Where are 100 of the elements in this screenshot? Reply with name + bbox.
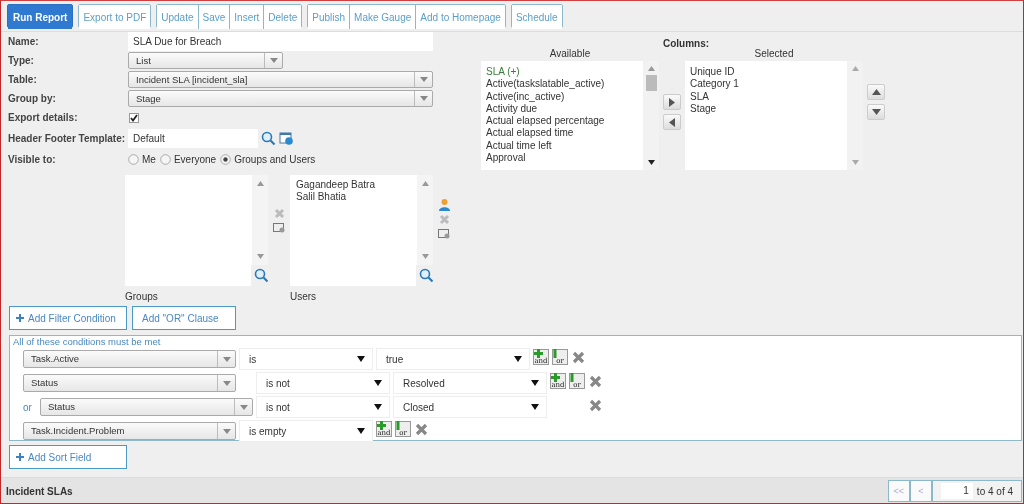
- field-select[interactable]: Task.Incident.Problem: [23, 422, 236, 440]
- field-label: Group by:: [8, 93, 57, 104]
- search-icon[interactable]: [419, 268, 433, 283]
- caret-icon: [222, 428, 231, 434]
- calendar-icon[interactable]: [279, 131, 294, 146]
- person-icon[interactable]: [437, 198, 451, 211]
- field-label: Export details:: [8, 112, 79, 123]
- group-by-select[interactable]: Stage: [128, 90, 433, 107]
- field-select[interactable]: Task.Active: [23, 350, 236, 368]
- users-list[interactable]: Gagandeep Batra Salil Bhatia: [290, 175, 433, 265]
- move-left-button[interactable]: [663, 114, 681, 130]
- list-header: Selected: [754, 48, 794, 61]
- page-range: to 4 of 4: [976, 485, 1013, 497]
- caret-icon: [419, 96, 428, 101]
- caret-icon: [222, 356, 231, 362]
- field-label: Header Footer Template:: [8, 133, 127, 144]
- move-down-button[interactable]: [867, 104, 885, 120]
- list-item[interactable]: Stage: [690, 102, 842, 116]
- move-up-button[interactable]: [867, 84, 885, 100]
- scroll-up-icon[interactable]: [421, 181, 429, 186]
- list-item[interactable]: Unique ID: [690, 66, 842, 79]
- operator-select[interactable]: is not: [256, 396, 390, 418]
- list-item[interactable]: Approval: [486, 152, 638, 165]
- list-caption: Users: [290, 291, 318, 302]
- plus-icon: [16, 314, 24, 322]
- delete-icon[interactable]: [589, 375, 602, 388]
- delete-icon[interactable]: [572, 351, 585, 364]
- caret-icon: [357, 428, 365, 434]
- list-item[interactable]: SLA (+): [486, 66, 638, 79]
- list-item[interactable]: Active(taskslatable_active): [486, 78, 638, 91]
- plus-icon: [534, 349, 543, 358]
- value-select[interactable]: Closed: [393, 396, 547, 418]
- field-label: Type:: [8, 55, 35, 66]
- bar-icon: [570, 373, 574, 382]
- scroll-up-icon[interactable]: [851, 66, 859, 71]
- checkbox[interactable]: [129, 112, 139, 123]
- conditions-header: All of these conditions must be met: [13, 336, 162, 347]
- bar-icon: [396, 421, 400, 430]
- value-select[interactable]: true: [376, 348, 530, 370]
- search-icon[interactable]: [261, 131, 276, 146]
- field-select[interactable]: Status: [40, 398, 253, 416]
- or-label: or: [23, 401, 33, 413]
- columns-title: Columns:: [663, 38, 711, 48]
- operator-select[interactable]: is not: [256, 372, 390, 394]
- list-item[interactable]: SLA: [690, 90, 842, 103]
- plus-icon: [551, 373, 560, 382]
- list-item[interactable]: Actual elapsed time: [486, 127, 638, 140]
- caret-icon: [222, 380, 231, 386]
- template-field[interactable]: Default: [128, 129, 258, 148]
- scrollbar-thumb[interactable]: [645, 75, 657, 91]
- list-item[interactable]: Gagandeep Batra: [296, 179, 411, 191]
- selected-columns-list[interactable]: Unique ID Category 1 SLA Stage: [685, 61, 863, 170]
- up-arrow-icon: [871, 89, 881, 95]
- operator-select[interactable]: is: [239, 348, 373, 370]
- run-button[interactable]: Run Report: [8, 5, 73, 29]
- field-label: Visible to:: [8, 154, 57, 165]
- radio-option[interactable]: Everyone: [159, 154, 217, 165]
- scroll-up-icon[interactable]: [647, 66, 655, 71]
- filter-button[interactable]: Add "OR" Clause: [132, 306, 236, 330]
- caret-icon: [514, 356, 522, 362]
- caret-icon: [531, 380, 539, 386]
- list-item[interactable]: Actual elapsed percentage: [486, 115, 638, 128]
- filter-button[interactable]: Add Filter Condition: [9, 306, 127, 330]
- scroll-up-icon[interactable]: [256, 181, 264, 186]
- caret-icon: [531, 404, 539, 410]
- list-item[interactable]: Activity due: [486, 102, 638, 116]
- move-right-button[interactable]: [663, 94, 681, 110]
- available-columns-list[interactable]: SLA (+) Active(taskslatable_active) Active(inc_active) Activity due Actual elapsed percentage Actual elapsed time Actual time left Approval: [481, 61, 659, 170]
- plus-icon: [16, 453, 24, 461]
- caret-icon: [239, 404, 248, 410]
- left-arrow-icon: [669, 117, 675, 127]
- list-header: Available: [549, 48, 591, 61]
- down-arrow-icon: [871, 109, 881, 115]
- list-item[interactable]: Salil Bhatia: [296, 191, 411, 203]
- plus-icon: [377, 421, 386, 430]
- radio-option[interactable]: Me: [128, 154, 156, 165]
- report-title: Incident SLAs: [6, 485, 73, 497]
- caret-icon: [374, 380, 382, 386]
- caret-icon: [357, 356, 365, 362]
- name-field[interactable]: SLA Due for Breach: [128, 32, 433, 51]
- caret-icon: [374, 404, 382, 410]
- field-label: Table:: [8, 74, 38, 85]
- delete-icon[interactable]: [415, 423, 428, 436]
- value-select[interactable]: Resolved: [393, 372, 547, 394]
- caret-icon: [419, 77, 428, 82]
- operator-select[interactable]: is empty: [239, 420, 373, 442]
- delete-icon[interactable]: [589, 399, 602, 412]
- type-select[interactable]: List: [128, 52, 283, 69]
- search-icon[interactable]: [254, 268, 268, 283]
- add-sort-field-button[interactable]: Add Sort Field: [9, 445, 127, 469]
- list-caption: Groups: [125, 291, 159, 302]
- scroll-down-icon[interactable]: [647, 160, 655, 165]
- table-select[interactable]: Incident SLA [incident_sla]: [128, 71, 433, 88]
- radio-option[interactable]: Groups and Users: [220, 154, 316, 165]
- list-item[interactable]: Category 1: [690, 78, 842, 91]
- bar-icon: [553, 349, 557, 358]
- list-item[interactable]: Active(inc_active): [486, 90, 638, 103]
- field-select[interactable]: Status: [23, 374, 236, 392]
- right-arrow-icon: [669, 97, 675, 107]
- list-item[interactable]: Actual time left: [486, 139, 638, 153]
